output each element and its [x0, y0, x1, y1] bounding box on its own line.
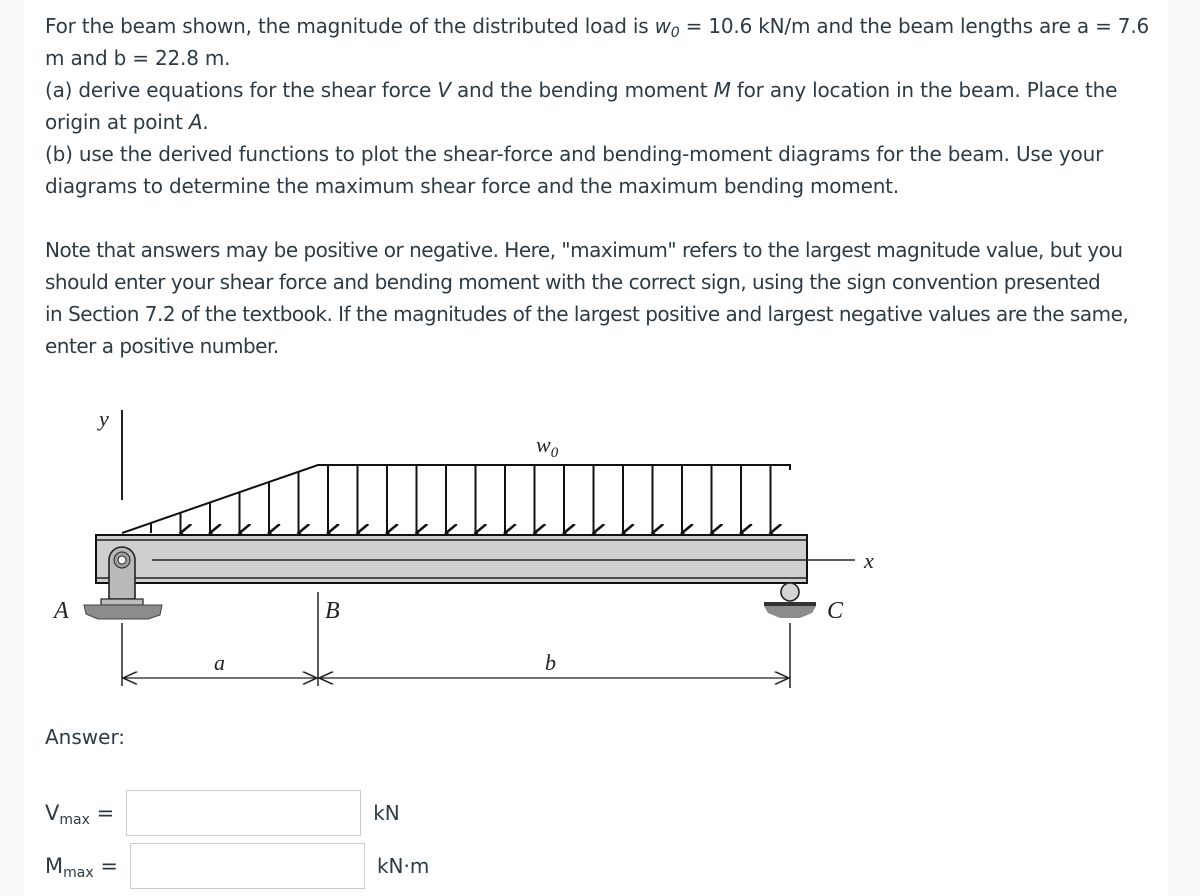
mmax-label: Mmax = [45, 854, 118, 881]
point-a-label: A [52, 598, 69, 624]
right-scroll-gutter [1168, 0, 1200, 896]
distributed-load [121, 464, 791, 534]
question-text: For the beam shown, the magnitude of the… [45, 10, 1160, 362]
vmax-input[interactable] [126, 790, 362, 836]
dim-b-label: b [545, 650, 556, 675]
w0-label: w0 [536, 432, 559, 461]
load-arrows [150, 465, 771, 533]
answer-heading: Answer: [45, 725, 126, 749]
dim-a-label: a [214, 650, 225, 675]
w0-symbol: w0 [654, 14, 680, 41]
beam-diagram: y w0 x A C B a b [52, 406, 874, 688]
beam [95, 534, 808, 584]
vmax-label: Vmax = [45, 801, 115, 828]
vmax-unit: kN [373, 801, 400, 825]
mmax-unit: kN·m [376, 854, 430, 878]
point-b-label: B [325, 598, 340, 624]
beam-body [95, 534, 808, 584]
x-axis-label: x [863, 548, 874, 573]
point-c-label: C [827, 598, 844, 624]
intro-paragraph: For the beam shown, the magnitude of the… [45, 14, 1150, 70]
load-outline [121, 464, 791, 534]
mmax-row: Mmax = kN·m [45, 843, 429, 889]
roller-support-c [764, 582, 816, 618]
mmax-input[interactable] [129, 843, 365, 889]
part-a-paragraph: (a) derive equations for the shear force… [45, 78, 1118, 134]
part-b-paragraph: (b) use the derived functions to plot th… [45, 142, 1104, 198]
note-paragraph: Note that answers may be positive or neg… [45, 238, 1129, 358]
vmax-row: Vmax = kN [45, 790, 400, 836]
y-axis-label: y [97, 406, 109, 431]
